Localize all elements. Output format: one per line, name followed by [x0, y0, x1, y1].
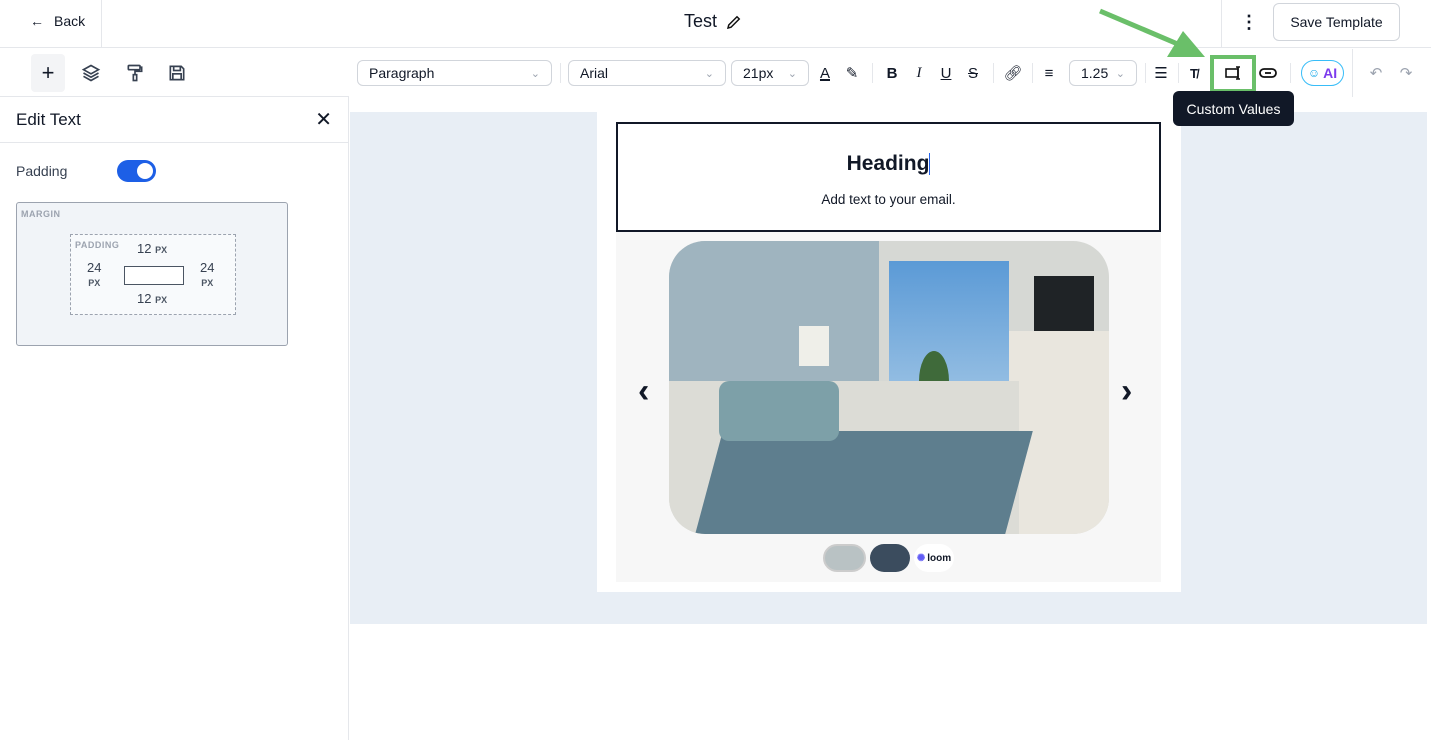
robot-icon: ☺ [1307, 66, 1321, 80]
body-text[interactable]: Add text to your email. [618, 192, 1159, 207]
paint-roller-icon[interactable] [118, 54, 152, 92]
chevron-down-icon: ⌄ [1115, 67, 1125, 80]
back-button[interactable]: ← Back [30, 13, 85, 29]
custom-values-tooltip: Custom Values [1173, 91, 1294, 126]
link-variable-icon[interactable] [1257, 63, 1279, 83]
clear-format-icon[interactable]: T̸ [1183, 63, 1205, 83]
pencil-icon[interactable] [725, 13, 743, 31]
email-canvas: Heading Add text to your email. ‹ › ✺ loo… [350, 112, 1427, 624]
thumbnail-loom[interactable]: ✺ loom [914, 544, 954, 572]
italic-icon[interactable]: I [908, 63, 930, 83]
bullet-list-icon[interactable]: ☰ [1150, 63, 1172, 83]
divider [101, 0, 102, 48]
padding-top[interactable]: 12 PX [137, 241, 167, 256]
chevron-down-icon: ⌄ [704, 67, 714, 80]
arrow-left-icon: ← [30, 13, 44, 29]
save-template-button[interactable]: Save Template [1273, 3, 1400, 41]
underline-icon[interactable]: U [935, 63, 957, 83]
heading-text[interactable]: Heading [847, 152, 930, 175]
margin-label: MARGIN [21, 209, 61, 219]
padding-toggle[interactable] [117, 160, 156, 182]
save-icon[interactable] [160, 54, 194, 92]
padding-box-label: PADDING [75, 240, 120, 250]
close-icon[interactable]: ✕ [315, 107, 332, 132]
add-icon[interactable]: + [31, 54, 65, 92]
panel-title: Edit Text [16, 109, 81, 129]
highlight-icon[interactable]: ✎ [841, 63, 863, 83]
chevron-down-icon: ⌄ [787, 67, 797, 80]
text-block[interactable]: Heading Add text to your email. [616, 122, 1161, 232]
undo-icon[interactable]: ↶ [1365, 63, 1387, 83]
loom-logo-icon: ✺ [916, 552, 926, 564]
bedroom-photo [669, 241, 1109, 534]
edit-text-panel: Edit Text ✕ Padding MARGIN PADDING 12 PX … [0, 97, 349, 740]
link-icon[interactable]: 🔗︎ [1002, 63, 1024, 83]
font-size-select[interactable]: 21px ⌄ [731, 60, 809, 86]
annotation-arrow-icon [1099, 8, 1205, 57]
redo-icon[interactable]: ↷ [1395, 63, 1417, 83]
content-box [124, 266, 184, 285]
padding-box: PADDING 12 PX 12 PX 24 PX 24 PX [70, 234, 236, 315]
thumbnail-dark[interactable] [870, 544, 910, 572]
margin-box: MARGIN PADDING 12 PX 12 PX 24 PX 24 PX [16, 202, 288, 346]
chevron-down-icon: ⌄ [530, 67, 540, 80]
text-toolbar: Paragraph ⌄ Arial ⌄ 21px ⌄ A ✎ B I U S 🔗︎ ≡… [350, 49, 1431, 97]
ai-button[interactable]: ☺ AI [1301, 60, 1344, 86]
text-color-icon[interactable]: A [814, 63, 836, 83]
padding-label: Padding [16, 163, 68, 179]
padding-right[interactable]: 24 PX [200, 261, 214, 290]
padding-bottom[interactable]: 12 PX [137, 291, 167, 306]
strikethrough-icon[interactable]: S [962, 63, 984, 83]
more-options-icon[interactable]: ⋮ [1240, 12, 1258, 33]
layers-icon[interactable] [74, 54, 108, 92]
template-title[interactable]: Test [684, 11, 743, 32]
block-type-select[interactable]: Paragraph ⌄ [357, 60, 552, 86]
image-carousel: ‹ › ✺ loom [616, 232, 1161, 582]
email-body: Heading Add text to your email. ‹ › ✺ loo… [597, 112, 1181, 592]
top-bar: ← Back Test ⋮ Save Template [0, 0, 1431, 48]
carousel-thumbnails: ✺ loom [823, 544, 954, 572]
left-toolbar: + [0, 49, 349, 97]
chevron-right-icon[interactable]: › [1121, 372, 1132, 411]
divider [1221, 0, 1222, 48]
chevron-left-icon[interactable]: ‹ [638, 372, 649, 411]
annotation-highlight [1210, 55, 1256, 93]
font-select[interactable]: Arial ⌄ [568, 60, 726, 86]
thumbnail-bedroom[interactable] [823, 544, 866, 572]
padding-left[interactable]: 24 PX [87, 261, 101, 290]
align-center-icon[interactable]: ≡ [1038, 63, 1060, 83]
bold-icon[interactable]: B [881, 63, 903, 83]
